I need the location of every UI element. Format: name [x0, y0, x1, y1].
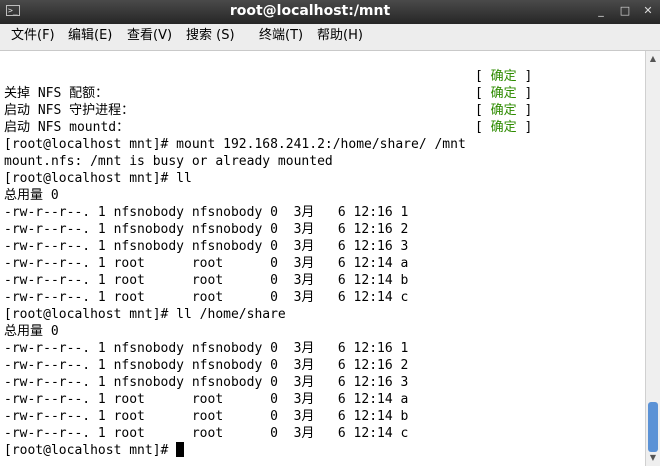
terminal-line: -rw-r--r--. 1 root root 0 3月 6 12:14 b — [4, 409, 409, 424]
menu-help[interactable]: 帮助(H) — [317, 28, 363, 44]
status-line-label: 启动 NFS 守护进程： — [4, 103, 135, 118]
terminal-line: -rw-r--r--. 1 nfsnobody nfsnobody 0 3月 6… — [4, 239, 409, 254]
status-ok: [ 确定 ] — [475, 103, 533, 118]
terminal-line: [root@localhost mnt]# ll — [4, 171, 192, 186]
status-ok-text: 确定 — [490, 103, 517, 118]
shell-prompt: [root@localhost mnt]# — [4, 443, 177, 458]
menu-bar: 文件(F) 编辑(E) 查看(V) 搜索 (S) 终端(T) 帮助(H) — [0, 24, 660, 51]
status-line-label: 启动 NFS mountd： — [4, 120, 130, 135]
terminal-line: -rw-r--r--. 1 root root 0 3月 6 12:14 c — [4, 426, 409, 441]
terminal-line: -rw-r--r--. 1 nfsnobody nfsnobody 0 3月 6… — [4, 222, 409, 237]
terminal-line: -rw-r--r--. 1 nfsnobody nfsnobody 0 3月 6… — [4, 341, 409, 356]
status-ok-text: 确定 — [490, 69, 517, 84]
status-ok: [ 确定 ] — [475, 120, 533, 135]
terminal-line: -rw-r--r--. 1 root root 0 3月 6 12:14 c — [4, 290, 409, 305]
status-line-label: 关掉 NFS 配额： — [4, 86, 109, 101]
text-cursor — [176, 442, 185, 457]
maximize-icon[interactable]: □ — [618, 4, 632, 18]
terminal-line: 总用量 0 — [4, 188, 59, 203]
terminal-line: mount.nfs: /mnt is busy or already mount… — [4, 154, 333, 169]
title-bar[interactable]: >_ root@localhost:/mnt _ □ ✕ — [0, 0, 660, 24]
terminal-line: [root@localhost mnt]# mount 192.168.241.… — [4, 137, 466, 152]
terminal-line: -rw-r--r--. 1 root root 0 3月 6 12:14 a — [4, 256, 409, 271]
menu-file[interactable]: 文件(F) — [11, 28, 55, 44]
terminal-line: -rw-r--r--. 1 root root 0 3月 6 12:14 a — [4, 392, 409, 407]
terminal-window: >_ root@localhost:/mnt _ □ ✕ 文件(F) 编辑(E)… — [0, 0, 660, 466]
menu-search[interactable]: 搜索 (S) — [186, 28, 235, 44]
vertical-scrollbar[interactable]: ▲ ▼ — [645, 51, 660, 466]
minimize-icon[interactable]: _ — [594, 4, 608, 18]
close-icon[interactable]: ✕ — [641, 4, 655, 18]
menu-terminal[interactable]: 终端(T) — [259, 28, 303, 44]
terminal-line: -rw-r--r--. 1 nfsnobody nfsnobody 0 3月 6… — [4, 205, 409, 220]
terminal-line: -rw-r--r--. 1 root root 0 3月 6 12:14 b — [4, 273, 409, 288]
scroll-down-icon[interactable]: ▼ — [646, 451, 660, 465]
terminal-line: -rw-r--r--. 1 nfsnobody nfsnobody 0 3月 6… — [4, 375, 409, 390]
menu-view[interactable]: 查看(V) — [127, 28, 172, 44]
menu-edit[interactable]: 编辑(E) — [68, 28, 112, 44]
prompt-line[interactable]: [root@localhost mnt]# — [4, 442, 185, 459]
status-ok: [ 确定 ] — [475, 69, 533, 84]
status-ok-text: 确定 — [490, 86, 517, 101]
status-ok-text: 确定 — [490, 120, 517, 135]
scroll-up-icon[interactable]: ▲ — [646, 52, 660, 66]
terminal-line: [root@localhost mnt]# ll /home/share — [4, 307, 286, 322]
window-title: root@localhost:/mnt — [229, 3, 391, 19]
terminal-line: 总用量 0 — [4, 324, 59, 339]
terminal-line: -rw-r--r--. 1 nfsnobody nfsnobody 0 3月 6… — [4, 358, 409, 373]
status-ok: [ 确定 ] — [475, 86, 533, 101]
scrollbar-thumb[interactable] — [648, 402, 658, 452]
terminal-output[interactable]: [ 确定 ] 关掉 NFS 配额： [ 确定 ] 启动 NFS 守护进程： [ … — [0, 51, 645, 466]
